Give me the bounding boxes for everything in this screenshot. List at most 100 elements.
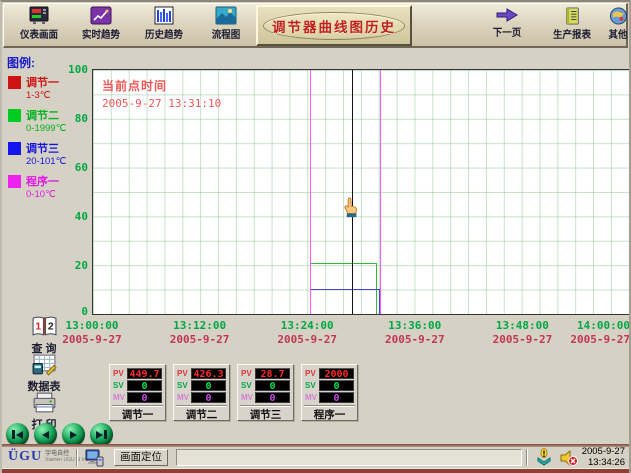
pv-display: 2000: [319, 368, 354, 379]
tick-time: 13:00:00: [62, 319, 122, 332]
tick-time: 13:24:00: [277, 319, 337, 332]
pen-value-panels: PV449.7 SV0 MV0 调节一 PV426.3 SV0 MV0 调节二 …: [109, 364, 358, 421]
legend-pen-name: 调节一: [26, 74, 59, 90]
current-point-datetime: 2005-9-27 13:31:10: [102, 97, 221, 110]
go-last-button[interactable]: [90, 423, 113, 446]
printer-icon: [31, 391, 58, 414]
series-tiaojie3-curve: [310, 289, 380, 314]
legend-pen-range: 0-10℃: [26, 189, 91, 200]
query-button[interactable]: 1 2 查 询: [18, 315, 70, 356]
sv-label: SV: [113, 381, 125, 390]
toolbar-button-label: 实时趋势: [82, 27, 120, 42]
status-message-panel: [176, 449, 522, 466]
current-time-cursor-line[interactable]: [352, 70, 353, 314]
legend-item: 调节一 1-3℃: [8, 74, 91, 101]
instrument-screen-button[interactable]: 仪表画面: [12, 6, 66, 41]
toolbar-button-label: 下一页: [493, 25, 522, 40]
history-trend-icon: [152, 6, 176, 26]
toolbar: 仪表画面 实时趋势 历史趋势 流程图 调节器曲线图历史 下一页 生产报表: [3, 3, 628, 48]
sv-label: SV: [305, 381, 317, 390]
other-button[interactable]: 其他: [602, 6, 631, 41]
x-axis-tick: 14:00:00 2005-9-27: [570, 319, 630, 346]
screen-locate-button[interactable]: 画面定位: [114, 449, 168, 466]
alarm-ack-icon[interactable]: [535, 448, 553, 468]
range-cursor-right-line: [380, 70, 381, 314]
mv-display: 0: [127, 392, 162, 403]
history-trend-button[interactable]: 历史趋势: [137, 6, 191, 41]
hand-pointer-cursor-icon: [343, 196, 358, 218]
sv-display: 0: [319, 380, 354, 391]
svg-text:1: 1: [35, 322, 41, 333]
panel-title: 调节一: [112, 405, 163, 422]
tick-date: 2005-9-27: [493, 333, 553, 346]
flow-diagram-icon: [214, 6, 238, 26]
panel-title: 调节二: [176, 405, 227, 422]
pv-display: 449.7: [127, 368, 162, 379]
mv-display: 0: [319, 392, 354, 403]
current-point-annotation: 当前点时间 2005-9-27 13:31:10: [102, 77, 221, 110]
x-axis-tick: 13:12:00 2005-9-27: [170, 319, 230, 346]
mv-label: MV: [305, 393, 317, 402]
legend-swatch: [8, 142, 21, 155]
sv-display: 0: [191, 380, 226, 391]
value-panel: PV426.3 SV0 MV0 调节二: [173, 364, 230, 421]
realtime-trend-button[interactable]: 实时趋势: [74, 6, 128, 41]
mv-display: 0: [191, 392, 226, 403]
sv-label: SV: [241, 381, 253, 390]
statusbar: ÜGU 宇电自控 Xiamen UGU AI Inc 画面定位: [2, 447, 629, 468]
value-panel: PV2000 SV0 MV0 程序一: [301, 364, 358, 421]
statusbar-tray: [535, 448, 579, 468]
legend-pen-name: 调节二: [26, 107, 59, 123]
window-bottom-edge: [2, 468, 629, 473]
other-globe-icon: [609, 6, 628, 26]
logo-mark: ÜGU: [8, 449, 42, 465]
legend-pen-name: 调节三: [26, 140, 59, 156]
go-first-button[interactable]: [6, 423, 29, 446]
toolbar-button-label: 流程图: [212, 27, 241, 42]
mv-display: 0: [255, 392, 290, 403]
tick-time: 13:36:00: [385, 319, 445, 332]
data-table-button[interactable]: 数据表: [18, 353, 70, 394]
realtime-trend-icon: [89, 6, 113, 26]
legend: 图例: 调节一 1-3℃ 调节二 0-1999℃ 调节三 20-101℃ 程序一…: [7, 54, 91, 206]
tick-date: 2005-9-27: [62, 333, 122, 346]
legend-swatch: [8, 76, 21, 89]
mv-label: MV: [177, 393, 189, 402]
tick-date: 2005-9-27: [570, 333, 630, 346]
next-page-arrow-icon: [494, 6, 520, 24]
panel-title: 程序一: [304, 405, 355, 422]
trend-plot-area[interactable]: 当前点时间 2005-9-27 13:31:10: [92, 69, 630, 315]
sv-display: 0: [255, 380, 290, 391]
pv-label: PV: [177, 369, 189, 378]
title-oval: 调节器曲线图历史: [263, 12, 405, 40]
sv-display: 0: [127, 380, 162, 391]
legend-item: 程序一 0-10℃: [8, 173, 91, 200]
sound-mute-icon[interactable]: [559, 449, 579, 467]
go-previous-button[interactable]: [34, 423, 57, 446]
range-cursor-left-line: [310, 70, 311, 314]
panel-title: 调节三: [240, 405, 291, 422]
go-next-button[interactable]: [62, 423, 85, 446]
toolbar-button-label: 仪表画面: [20, 27, 58, 42]
data-table-icon: [31, 353, 58, 376]
legend-swatch: [8, 175, 21, 188]
instrument-panel-icon: [27, 6, 51, 26]
y-axis-tick: 40: [62, 210, 88, 223]
tick-date: 2005-9-27: [277, 333, 337, 346]
system-time: 13:34:26: [582, 458, 625, 469]
x-axis-tick: 13:36:00 2005-9-27: [385, 319, 445, 346]
tick-time: 13:48:00: [493, 319, 553, 332]
trend-paging-nav: [6, 423, 113, 446]
toolbar-button-label: 历史趋势: [145, 27, 183, 42]
legend-pen-name: 程序一: [26, 173, 59, 189]
production-report-button[interactable]: 生产报表: [544, 6, 600, 41]
x-axis-tick: 13:24:00 2005-9-27: [277, 319, 337, 346]
pv-display: 28.7: [255, 368, 290, 379]
tick-time: 13:12:00: [170, 319, 230, 332]
next-page-button[interactable]: 下一页: [482, 6, 532, 39]
flow-diagram-button[interactable]: 流程图: [202, 6, 250, 41]
x-axis-tick: 13:48:00 2005-9-27: [493, 319, 553, 346]
system-date: 2005-9-27: [582, 447, 625, 458]
production-report-icon: [563, 6, 581, 26]
system-clock: 2005-9-27 13:34:26: [582, 447, 625, 468]
